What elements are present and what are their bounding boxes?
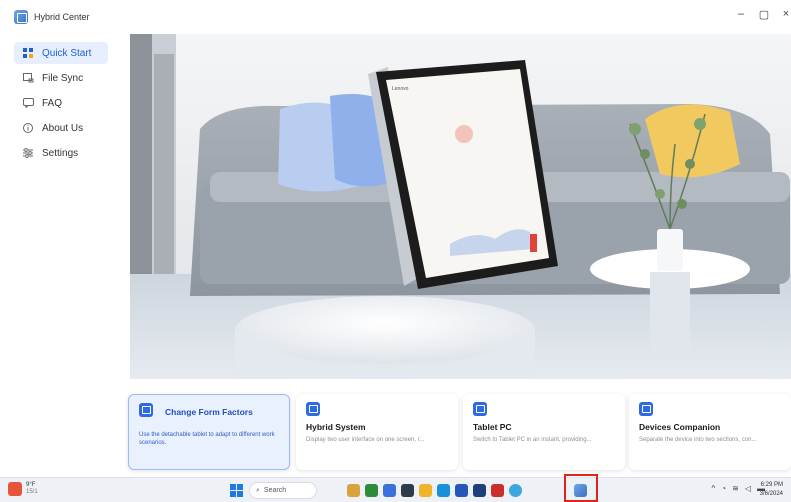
title-bar: Hybrid Center – ▢ × [0,0,791,34]
maximize-button[interactable]: ▢ [754,8,774,21]
quick-start-icon [20,48,36,58]
file-explorer-icon[interactable] [419,484,432,497]
taskbar-search[interactable]: ⌕ Search [249,482,317,499]
taskbar: 9°F 15/1 ⌕ Search ^ ◔ ≋ ◁ ▬ 6:29 PM 3/6/… [0,477,791,502]
taskbar-app-icon[interactable] [401,484,414,497]
brand-label: Lenovo [392,86,409,92]
highlight-annotation [564,474,598,502]
sidebar-item-faq[interactable]: FAQ [14,92,108,114]
tablet-pc-icon [473,402,487,416]
app-window: Hybrid Center – ▢ × Quick Start File Syn… [0,0,791,477]
card-title: Tablet PC [473,422,512,432]
feature-cards: Change Form Factors Use the detachable t… [126,394,791,474]
sidebar: Quick Start File Sync FAQ About Us Setti… [0,34,120,477]
network-icon[interactable]: ◔ [721,484,726,493]
card-title: Hybrid System [306,422,366,432]
sidebar-item-file-sync[interactable]: File Sync [14,67,108,89]
sidebar-item-about-us[interactable]: About Us [14,117,108,139]
taskbar-app-icon[interactable] [455,484,468,497]
card-hybrid-system[interactable]: Hybrid System Display two user interface… [296,394,458,470]
card-description: Use the detachable tablet to adapt to di… [139,432,275,446]
hero-illustration: Lenovo [130,34,791,379]
file-sync-icon [20,73,36,83]
card-change-form-factors[interactable]: Change Form Factors Use the detachable t… [128,394,290,470]
clock-date: 3/6/2024 [759,491,783,497]
card-description: Display two user interface on one screen… [306,437,425,443]
card-title: Change Form Factors [165,407,253,417]
hybrid-system-icon [306,402,320,416]
taskbar-app-icon[interactable] [365,484,378,497]
faq-icon [20,98,36,108]
sidebar-item-quick-start[interactable]: Quick Start [14,42,108,64]
sidebar-item-settings[interactable]: Settings [14,142,108,164]
taskbar-app-icon[interactable] [383,484,396,497]
hybrid-center-app-icon [14,10,28,24]
form-factor-icon [139,403,153,417]
sidebar-item-label: About Us [42,122,84,134]
info-icon [20,123,36,133]
search-icon: ⌕ [256,486,260,494]
system-tray: ^ ◔ ≋ ◁ ▬ [712,484,765,493]
edge-browser-icon[interactable] [437,484,450,497]
sidebar-item-label: Quick Start [42,47,92,59]
taskbar-app-icon[interactable] [473,484,486,497]
weather-widget[interactable]: 9°F 15/1 [8,482,38,496]
taskbar-app-icon[interactable] [491,484,504,497]
card-tablet-pc[interactable]: Tablet PC Switch to Tablet PC in an inst… [463,394,625,470]
minimize-button[interactable]: – [731,8,751,20]
chevron-up-icon[interactable]: ^ [712,484,716,493]
search-placeholder: Search [263,487,287,494]
weather-temperature: 9°F [26,482,36,488]
sidebar-item-label: File Sync [42,72,84,84]
window-title: Hybrid Center [34,12,90,22]
weather-subtext: 15/1 [26,489,38,495]
sidebar-item-label: FAQ [42,97,63,109]
taskbar-clock[interactable]: 6:29 PM 3/6/2024 [760,481,783,499]
devices-companion-icon [639,402,653,416]
wifi-icon[interactable]: ≋ [732,484,739,493]
card-description: Switch to Tablet PC in an instant, provi… [473,437,592,443]
close-button[interactable]: × [776,8,791,20]
card-title: Devices Companion [639,422,721,432]
clock-time: 6:29 PM [760,482,783,488]
living-room-scene: Lenovo [130,34,791,379]
widgets-app-icon[interactable] [347,484,360,497]
sidebar-item-label: Settings [42,147,79,159]
weather-icon [8,482,22,496]
taskbar-app-icon[interactable] [509,484,522,497]
card-devices-companion[interactable]: Devices Companion Separate the device in… [629,394,791,470]
card-description: Separate the device into two sections, c… [639,437,757,443]
volume-icon[interactable]: ◁ [745,484,751,493]
start-icon[interactable] [230,484,243,497]
settings-icon [20,148,36,158]
